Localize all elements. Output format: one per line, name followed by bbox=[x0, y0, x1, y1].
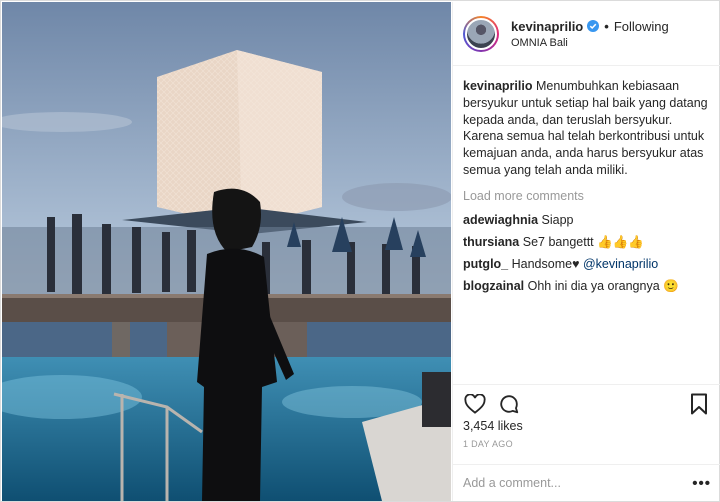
verified-badge-icon bbox=[587, 20, 600, 32]
comment-text: Siapp bbox=[541, 213, 574, 228]
add-comment-bar: ••• bbox=[453, 464, 720, 501]
post-details-panel: kevinaprilio • Following OMNIA Bali kevi… bbox=[452, 2, 720, 501]
post-photo-illustration bbox=[2, 2, 451, 501]
post-timestamp: 1 DAY AGO bbox=[463, 439, 513, 449]
comment-item: thursiana Se7 bangettt 👍👍👍 bbox=[463, 234, 711, 251]
more-options-icon[interactable]: ••• bbox=[692, 475, 711, 492]
separator-dot: • bbox=[604, 18, 609, 34]
comment-text: Handsome♥ bbox=[511, 256, 580, 271]
following-button[interactable]: Following bbox=[614, 19, 669, 34]
avatar[interactable] bbox=[463, 15, 499, 52]
load-more-comments[interactable]: Load more comments bbox=[463, 188, 711, 205]
comment-mention-link[interactable]: @kevinaprilio bbox=[583, 257, 658, 271]
username-link[interactable]: kevinaprilio bbox=[511, 19, 583, 34]
caption-text: Menumbuhkan kebiasaan bersyukur untuk se… bbox=[463, 79, 708, 177]
header-meta: kevinaprilio • Following OMNIA Bali bbox=[511, 19, 669, 49]
comment-icon[interactable] bbox=[497, 392, 521, 416]
comments-section: kevinaprilio Menumbuhkan kebiasaan bersy… bbox=[453, 66, 720, 384]
likes-count[interactable]: 3,454 likes bbox=[463, 419, 711, 433]
comment-item: blogzainal Ohh ini dia ya orangnya 🙂 bbox=[463, 278, 711, 295]
comment-username[interactable]: blogzainal bbox=[463, 279, 524, 293]
comment-text: Ohh ini dia ya orangnya 🙂 bbox=[527, 278, 679, 293]
comment-item: putglo_ Handsome♥ @kevinaprilio bbox=[463, 256, 711, 273]
comment-username[interactable]: adewiaghnia bbox=[463, 213, 538, 227]
comment-username[interactable]: putglo_ bbox=[463, 257, 508, 271]
location-link[interactable]: OMNIA Bali bbox=[511, 37, 669, 49]
post-photo[interactable] bbox=[2, 2, 451, 501]
comment-text: Se7 bangettt 👍👍👍 bbox=[522, 235, 644, 249]
comment-username[interactable]: thursiana bbox=[463, 235, 519, 249]
heart-icon[interactable] bbox=[463, 392, 487, 416]
post-actions: 3,454 likes 1 DAY AGO bbox=[453, 384, 720, 449]
post-header: kevinaprilio • Following OMNIA Bali bbox=[453, 2, 720, 66]
caption-username[interactable]: kevinaprilio bbox=[463, 79, 532, 93]
caption: kevinaprilio Menumbuhkan kebiasaan bersy… bbox=[463, 78, 711, 179]
comment-item: adewiaghnia Siapp bbox=[463, 212, 711, 229]
instagram-post: kevinaprilio • Following OMNIA Bali kevi… bbox=[0, 0, 720, 502]
bookmark-icon[interactable] bbox=[687, 392, 711, 416]
comment-input[interactable] bbox=[463, 476, 693, 490]
